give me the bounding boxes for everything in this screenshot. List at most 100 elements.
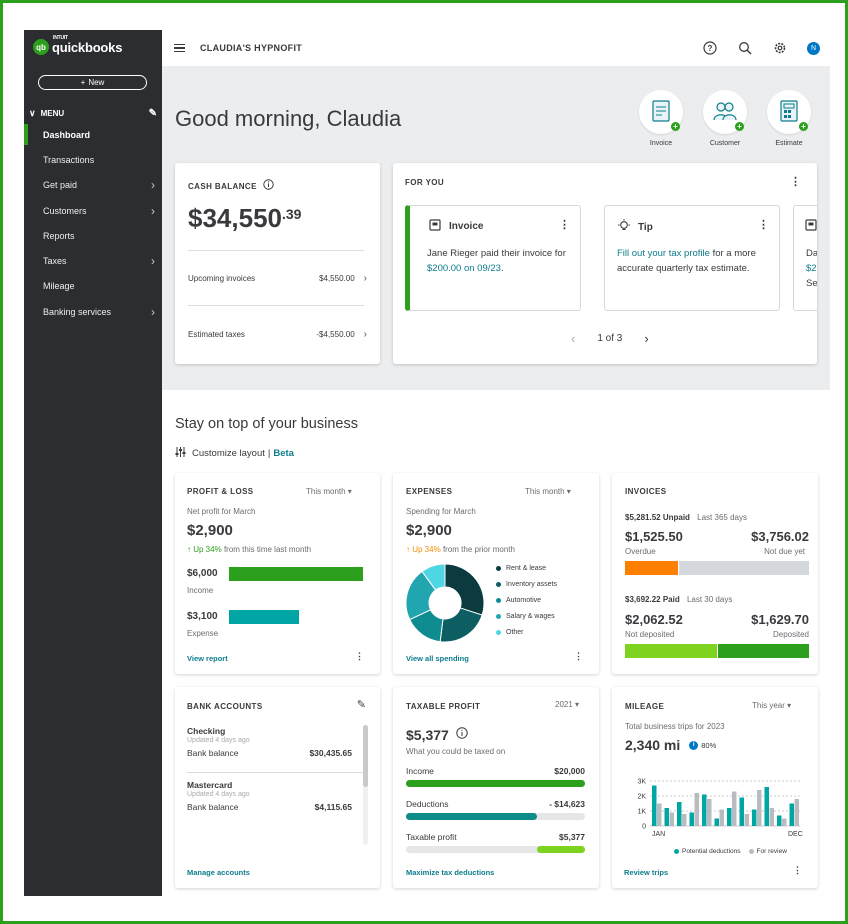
info-icon: i bbox=[689, 740, 699, 750]
invoices-card: INVOICES $5,281.52 Unpaid Last 365 days … bbox=[612, 473, 818, 674]
mileage-bar bbox=[702, 794, 707, 826]
review-trips-link[interactable]: Review trips bbox=[624, 868, 668, 877]
mileage-bar bbox=[732, 791, 737, 826]
sidebar-item-get-paid[interactable]: Get paid › bbox=[24, 173, 162, 198]
help-icon[interactable]: ? bbox=[702, 41, 717, 56]
bank-account-checking[interactable]: Checking Updated 4 days ago Bank balance… bbox=[187, 726, 352, 758]
mileage-bar-chart[interactable]: 3K 2K 1K 0 JAN DEC bbox=[622, 775, 812, 843]
taxable-row-income: Income $20,000 bbox=[406, 766, 585, 790]
more-options-icon[interactable]: ⋮ bbox=[793, 865, 802, 876]
sidebar-item-mileage[interactable]: Mileage bbox=[24, 274, 162, 299]
bank-account-mastercard[interactable]: Mastercard Updated 4 days ago Bank balan… bbox=[187, 780, 352, 812]
bank-accounts-card: BANK ACCOUNTS ✎ Checking Updated 4 days … bbox=[175, 687, 380, 888]
mileage-bar bbox=[752, 809, 757, 826]
for-you-tip-card[interactable]: Tip ⋮ Fill out your tax profile for a mo… bbox=[604, 205, 780, 311]
chevron-right-icon: › bbox=[151, 203, 155, 218]
sidebar-item-banking-services[interactable]: Banking services › bbox=[24, 299, 162, 324]
expenses-donut-chart[interactable] bbox=[405, 563, 485, 643]
manage-accounts-link[interactable]: Manage accounts bbox=[187, 868, 250, 877]
mileage-bar bbox=[657, 803, 662, 826]
mileage-bar bbox=[794, 799, 799, 826]
taxable-row-deductions: Deductions - $14,623 bbox=[406, 799, 585, 823]
mileage-bar bbox=[764, 787, 769, 826]
more-options-icon[interactable]: ⋮ bbox=[758, 218, 769, 231]
quick-action-customer[interactable]: + Customer bbox=[695, 90, 755, 147]
info-icon[interactable] bbox=[263, 177, 274, 195]
donut-slice bbox=[439, 607, 483, 643]
invoice-icon bbox=[429, 219, 441, 234]
y-tick-label: 3K bbox=[637, 779, 646, 786]
avatar[interactable]: N bbox=[807, 41, 820, 55]
view-all-spending-link[interactable]: View all spending bbox=[406, 654, 469, 663]
taxable-bar bbox=[406, 780, 585, 787]
period-dropdown[interactable]: This year ▾ bbox=[752, 701, 791, 710]
mileage-bar bbox=[757, 790, 762, 826]
year-dropdown[interactable]: 2021 ▾ bbox=[555, 700, 579, 709]
next-page-icon[interactable]: › bbox=[644, 331, 648, 346]
upcoming-invoices-row[interactable]: Upcoming invoices $4,550.00 › bbox=[188, 273, 367, 284]
expenses-card: EXPENSES This month ▾ Spending for March… bbox=[393, 473, 599, 674]
chevron-right-icon: › bbox=[363, 273, 367, 284]
paid-bar[interactable] bbox=[625, 644, 809, 658]
view-report-link[interactable]: View report bbox=[187, 654, 228, 663]
edit-icon[interactable]: ✎ bbox=[357, 698, 366, 711]
quick-action-estimate[interactable]: + Estimate bbox=[759, 90, 819, 147]
sidebar-item-customers[interactable]: Customers › bbox=[24, 198, 162, 223]
customize-layout[interactable]: Customize layout | Beta bbox=[175, 447, 294, 460]
sidebar-item-dashboard[interactable]: Dashboard bbox=[24, 122, 162, 147]
sidebar-item-reports[interactable]: Reports bbox=[24, 223, 162, 248]
donut-slice bbox=[444, 563, 485, 616]
mileage-bar bbox=[689, 812, 694, 826]
pager-label: 1 of 3 bbox=[597, 333, 623, 344]
period-dropdown[interactable]: This month ▾ bbox=[306, 487, 352, 496]
brand-name: quickbooks bbox=[52, 39, 123, 55]
mileage-legend: Potential deductions For review bbox=[674, 848, 787, 855]
more-options-icon[interactable]: ⋮ bbox=[355, 651, 364, 662]
net-profit-amount: $2,900 bbox=[187, 522, 233, 539]
period-dropdown[interactable]: This month ▾ bbox=[525, 487, 571, 496]
bar-segment bbox=[625, 561, 679, 575]
taxable-bar bbox=[536, 846, 585, 853]
prev-page-icon[interactable]: ‹ bbox=[571, 331, 575, 346]
bar-segment bbox=[679, 561, 809, 575]
cash-balance-card: CASH BALANCE $34,550.39 Upcoming invoice… bbox=[175, 163, 380, 364]
quick-action-invoice[interactable]: + Invoice bbox=[631, 90, 691, 147]
more-options-icon[interactable]: ⋮ bbox=[574, 651, 583, 662]
for-you-third-card[interactable]: Da $2 Se bbox=[793, 205, 817, 311]
gear-icon[interactable] bbox=[772, 41, 787, 56]
hamburger-menu-icon[interactable] bbox=[174, 43, 185, 53]
mileage-bar bbox=[782, 818, 787, 826]
more-options-icon[interactable]: ⋮ bbox=[790, 175, 801, 188]
sidebar-item-taxes[interactable]: Taxes › bbox=[24, 248, 162, 273]
estimated-taxes-row[interactable]: Estimated taxes -$4,550.00 › bbox=[188, 329, 367, 340]
more-options-icon[interactable]: ⋮ bbox=[559, 218, 570, 231]
arrow-up-icon: ↑ bbox=[187, 545, 191, 554]
new-button[interactable]: + New bbox=[38, 75, 147, 90]
mileage-bar bbox=[769, 808, 774, 826]
spending-amount: $2,900 bbox=[406, 522, 452, 539]
intuit-wordmark: INTUIT bbox=[53, 34, 68, 41]
for-you-invoice-card[interactable]: Invoice ⋮ Jane Rieger paid their invoice… bbox=[405, 205, 581, 311]
unpaid-bar[interactable] bbox=[625, 561, 809, 575]
sidebar-item-transactions[interactable]: Transactions bbox=[24, 147, 162, 172]
info-icon[interactable] bbox=[456, 726, 468, 744]
mileage-bar bbox=[777, 815, 782, 826]
mileage-bar bbox=[719, 809, 724, 826]
expense-bar[interactable] bbox=[229, 610, 299, 624]
chevron-right-icon: › bbox=[363, 329, 367, 340]
company-name: CLAUDIA'S HYPNOFIT bbox=[200, 43, 303, 53]
mileage-bar bbox=[727, 808, 732, 826]
edit-menu-icon[interactable]: ✎ bbox=[149, 108, 157, 119]
mileage-bar bbox=[664, 808, 669, 826]
invoice-icon bbox=[652, 100, 670, 124]
chevron-right-icon: › bbox=[151, 304, 155, 319]
maximize-tax-deductions-link[interactable]: Maximize tax deductions bbox=[406, 868, 494, 877]
tax-profile-link[interactable]: Fill out your tax profile bbox=[617, 248, 710, 259]
for-you-card: FOR YOU ⋮ Invoice ⋮ Jane Rieger paid the… bbox=[393, 163, 817, 364]
menu-header[interactable]: ∨ MENU ✎ bbox=[29, 108, 157, 119]
search-icon[interactable] bbox=[737, 41, 752, 56]
income-bar[interactable] bbox=[229, 567, 363, 581]
scrollbar[interactable] bbox=[363, 725, 368, 845]
quickbooks-logo[interactable]: qb INTUIT quickbooks bbox=[33, 35, 123, 55]
invoice-payment-link[interactable]: $200.00 on 09/23 bbox=[427, 263, 501, 274]
